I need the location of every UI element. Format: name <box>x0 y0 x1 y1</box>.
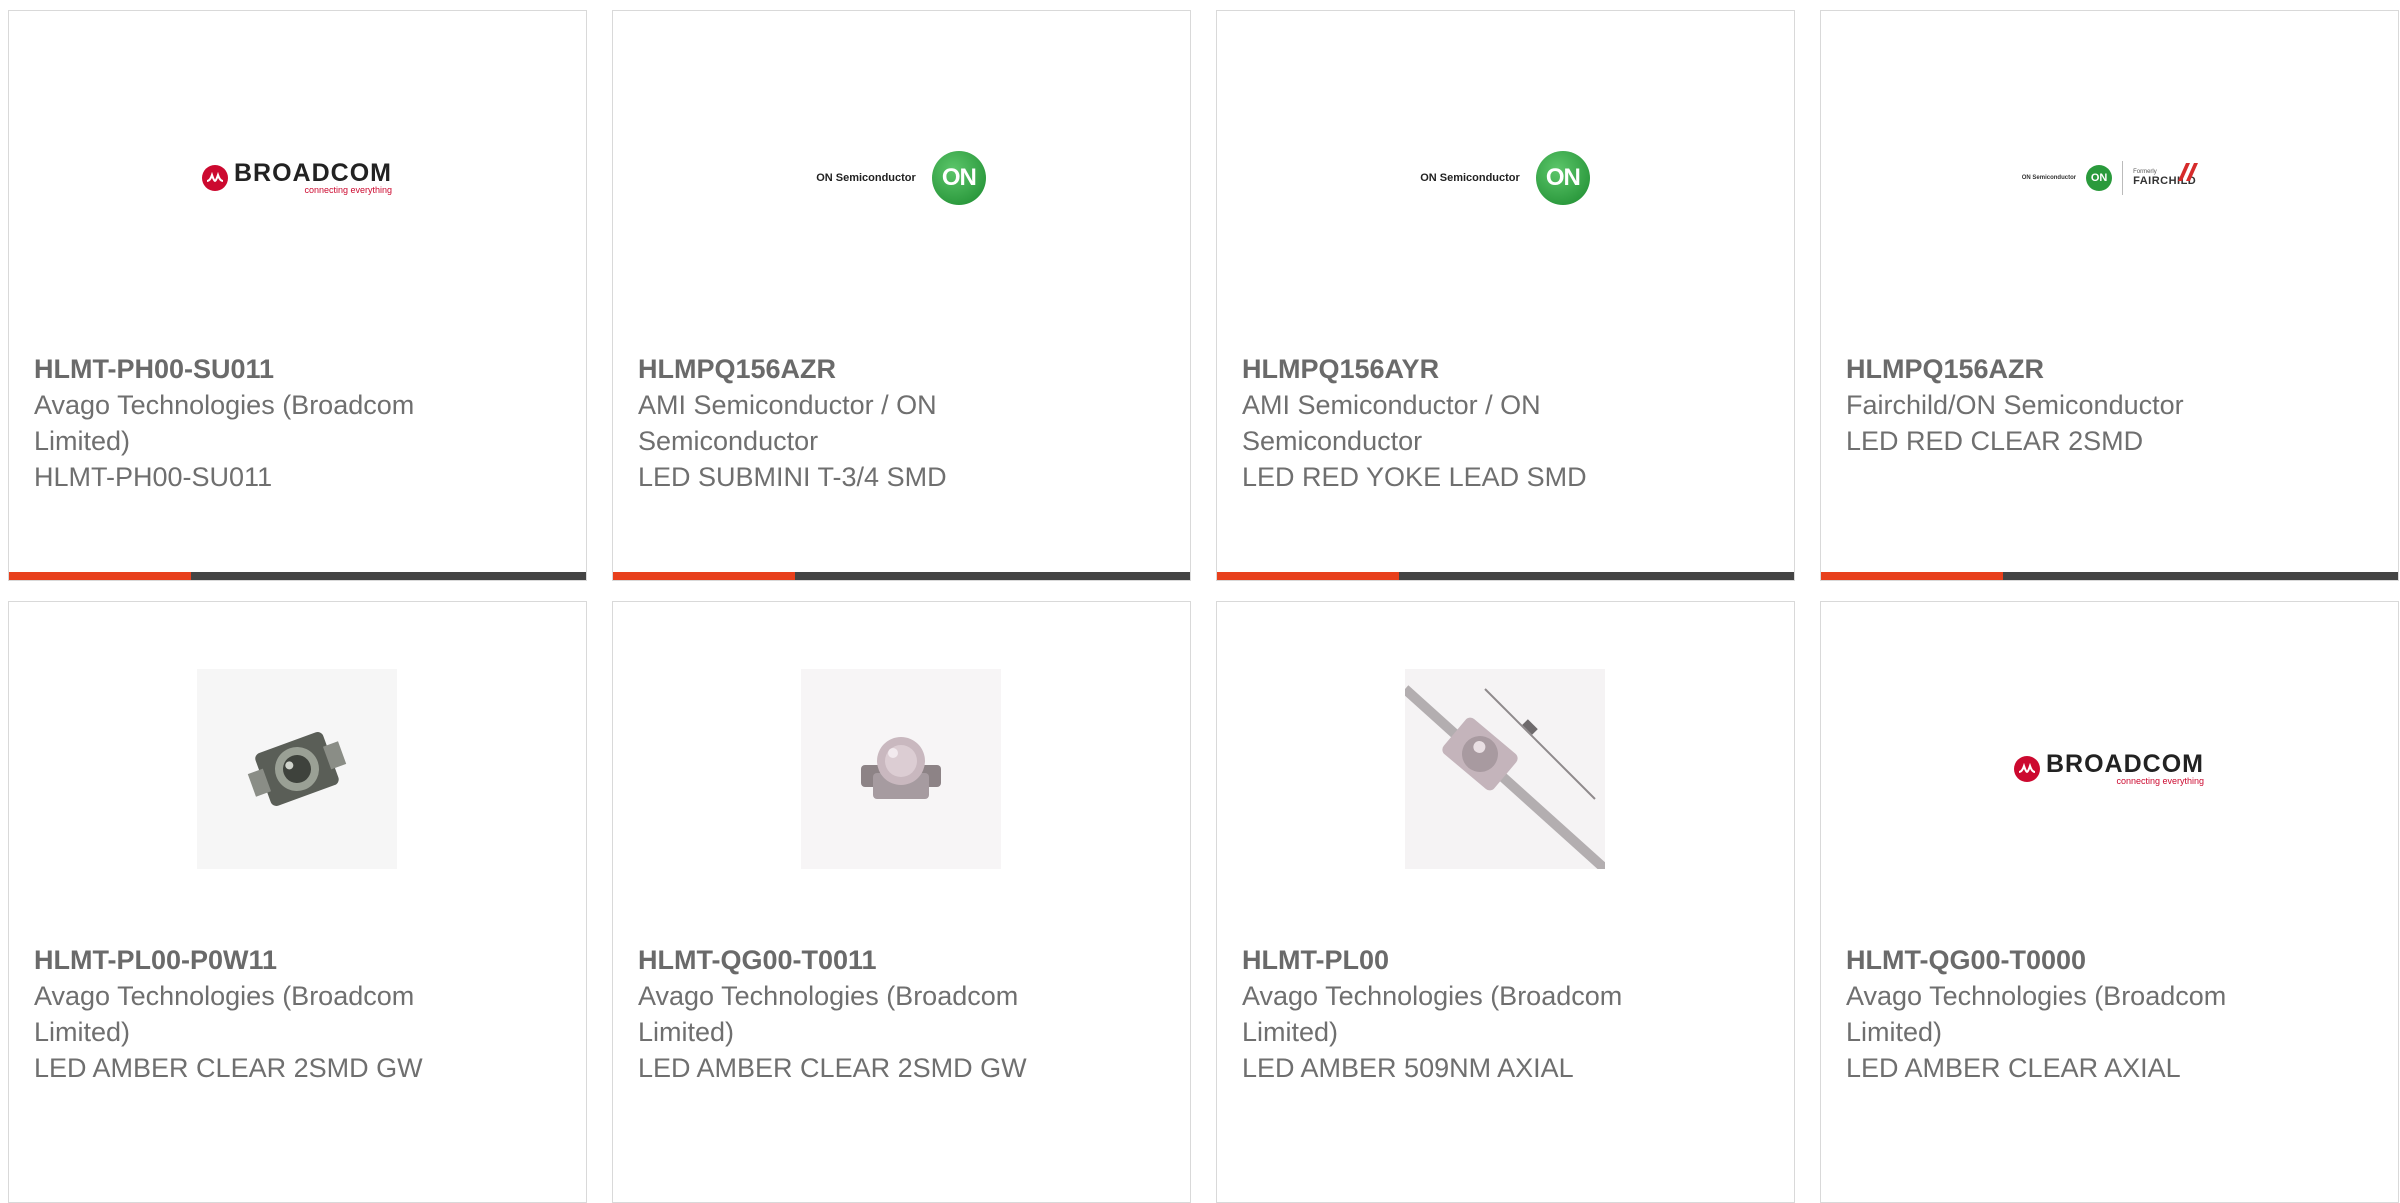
part-number[interactable]: HLMT-QG00-T0011 <box>638 942 1078 978</box>
fairchild-stripes-icon <box>2177 163 2198 181</box>
logo-divider <box>2122 161 2124 195</box>
manufacturer-logo: ON Semiconductor ON <box>1405 78 1605 278</box>
product-card[interactable]: HLMT-PL00 Avago Technologies (Broadcom L… <box>1216 601 1795 1203</box>
card-bottom-bar <box>1821 572 2398 580</box>
manufacturer-name: Avago Technologies (Broadcom Limited) <box>34 981 415 1047</box>
manufacturer-name: Avago Technologies (Broadcom Limited) <box>34 390 415 456</box>
on-semiconductor-logo: ON Semiconductor ON <box>1420 151 1590 205</box>
product-description: LED SUBMINI T-3/4 SMD <box>638 462 947 492</box>
broadcom-tagline: connecting everything <box>304 185 392 195</box>
manufacturer-logo: BROADCOM connecting everything <box>197 78 397 278</box>
card-bottom-bar <box>613 572 1190 580</box>
broadcom-tagline: connecting everything <box>2116 776 2204 786</box>
on-semiconductor-wordmark: ON Semiconductor <box>1420 172 1520 184</box>
part-number[interactable]: HLMT-PH00-SU011 <box>34 351 474 387</box>
product-description: HLMT-PH00-SU011 <box>34 462 273 492</box>
manufacturer-name: Avago Technologies (Broadcom Limited) <box>638 981 1019 1047</box>
card-bottom-bar <box>1217 572 1794 580</box>
manufacturer-name: AMI Semiconductor / ON Semiconductor <box>1242 390 1541 456</box>
product-description: LED AMBER CLEAR 2SMD GW <box>34 1053 423 1083</box>
axial-led-photo <box>1401 669 1609 873</box>
part-number[interactable]: HLMPQ156AZR <box>638 351 1078 387</box>
product-grid: BROADCOM connecting everything HLMT-PH00… <box>8 10 2400 1203</box>
broadcom-wordmark: BROADCOM <box>234 159 392 187</box>
product-card[interactable]: HLMT-PL00-P0W11 Avago Technologies (Broa… <box>8 601 587 1203</box>
product-card[interactable]: BROADCOM connecting everything HLMT-PH00… <box>8 10 587 581</box>
broadcom-logo: BROADCOM connecting everything <box>2014 752 2204 786</box>
on-semiconductor-wordmark: ON Semiconductor <box>2021 175 2077 181</box>
broadcom-mark-icon <box>202 165 228 191</box>
on-fairchild-logo: ON Semiconductor ON Formerly FAIRCHILD <box>2021 161 2198 195</box>
product-card[interactable]: HLMT-QG00-T0011 Avago Technologies (Broa… <box>612 601 1191 1203</box>
card-accent-bar <box>1821 572 2003 580</box>
smd-led-photo <box>197 669 397 869</box>
product-card[interactable]: BROADCOM connecting everything HLMT-QG00… <box>1820 601 2399 1203</box>
product-card[interactable]: ON Semiconductor ON Formerly FAIRCHILD H… <box>1820 10 2399 581</box>
product-description: LED RED CLEAR 2SMD <box>1846 426 2144 456</box>
card-bottom-bar <box>9 572 586 580</box>
manufacturer-logo: ON Semiconductor ON <box>801 78 1001 278</box>
on-mark-icon: ON <box>931 151 986 205</box>
product-description: LED AMBER CLEAR 2SMD GW <box>638 1053 1027 1083</box>
manufacturer-name: Avago Technologies (Broadcom Limited) <box>1242 981 1623 1047</box>
product-image <box>197 669 397 869</box>
on-semiconductor-logo: ON Semiconductor ON <box>816 151 986 205</box>
manufacturer-name: Avago Technologies (Broadcom Limited) <box>1846 981 2227 1047</box>
card-accent-bar <box>1217 572 1399 580</box>
part-number[interactable]: HLMPQ156AZR <box>1846 351 2286 387</box>
on-mark-icon: ON <box>1535 151 1590 205</box>
product-description: LED AMBER CLEAR AXIAL <box>1846 1053 2181 1083</box>
broadcom-wordmark: BROADCOM <box>2046 750 2204 778</box>
smd-led-photo <box>801 669 1001 869</box>
product-card[interactable]: ON Semiconductor ON HLMPQ156AYR AMI Semi… <box>1216 10 1795 581</box>
broadcom-logo: BROADCOM connecting everything <box>202 161 392 195</box>
product-description: LED AMBER 509NM AXIAL <box>1242 1053 1574 1083</box>
part-number[interactable]: HLMT-PL00 <box>1242 942 1682 978</box>
manufacturer-logo: BROADCOM connecting everything <box>2009 669 2209 869</box>
product-image <box>1401 669 1609 873</box>
product-image <box>801 669 1001 869</box>
part-number[interactable]: HLMPQ156AYR <box>1242 351 1682 387</box>
broadcom-mark-icon <box>2014 756 2040 782</box>
card-accent-bar <box>9 572 191 580</box>
manufacturer-name: AMI Semiconductor / ON Semiconductor <box>638 390 937 456</box>
card-accent-bar <box>613 572 795 580</box>
on-mark-icon: ON <box>2086 165 2113 191</box>
product-description: LED RED YOKE LEAD SMD <box>1242 462 1587 492</box>
manufacturer-name: Fairchild/ON Semiconductor <box>1846 390 2184 420</box>
product-card[interactable]: ON Semiconductor ON HLMPQ156AZR AMI Semi… <box>612 10 1191 581</box>
on-semiconductor-wordmark: ON Semiconductor <box>816 172 916 184</box>
part-number[interactable]: HLMT-QG00-T0000 <box>1846 942 2286 978</box>
part-number[interactable]: HLMT-PL00-P0W11 <box>34 942 474 978</box>
manufacturer-logo: ON Semiconductor ON Formerly FAIRCHILD <box>2009 78 2209 278</box>
